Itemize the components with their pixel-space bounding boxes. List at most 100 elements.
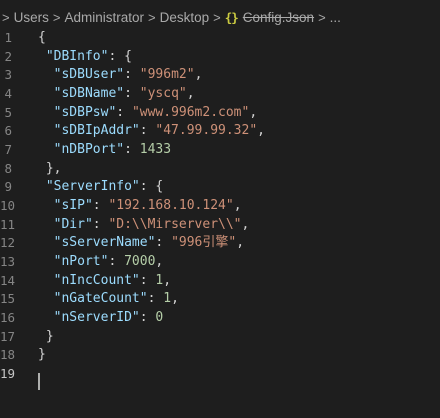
json-punctuation: , [163,272,172,288]
json-punctuation [38,86,54,101]
chevron-right-icon: > [52,9,61,25]
code-text: "nServerID": 0 [38,309,164,328]
json-punctuation: , [186,85,195,101]
code-text: "sDBPsw": "www.996m2.com", [38,104,258,123]
code-line[interactable]: 3 "sDBUser": "996m2", [0,66,440,85]
json-key: "nDBPort" [53,141,125,157]
line-number: 17 [0,328,16,344]
json-key: "sServerName" [53,235,156,251]
json-string-value: "996m2" [139,67,195,83]
json-punctuation: , [241,216,250,232]
line-number: 13 [0,253,16,269]
code-text: "sServerName": "996引擎", [38,234,244,253]
json-punctuation: : [124,67,140,83]
line-number: 7 [4,141,12,157]
json-punctuation: } [38,347,46,363]
json-punctuation [38,49,46,64]
json-punctuation [38,217,54,232]
line-number: 11 [0,216,16,232]
code-text: { [38,29,46,48]
code-text: "nPort": 7000, [38,253,164,272]
breadcrumb-item-users[interactable]: Users [14,10,49,25]
chevron-right-icon: > [2,9,10,25]
code-line[interactable]: 2 "DBInfo": { [0,48,440,67]
code-text: } [38,328,54,347]
line-number: 19 [0,365,16,381]
line-number: 10 [0,197,16,213]
code-line[interactable]: 7 "nDBPort": 1433 [0,141,440,160]
code-line[interactable]: 15 "nGateCount": 1, [0,290,440,309]
json-punctuation [38,198,54,213]
code-text: "sIP": "192.168.10.124", [38,197,242,216]
json-punctuation [38,179,46,194]
breadcrumb-item-administrator[interactable]: Administrator [64,10,144,25]
line-number: 18 [0,347,16,363]
json-punctuation [38,235,54,250]
code-text: "sDBIpAddr": "47.99.99.32", [38,122,265,141]
code-line[interactable]: 1{ [0,29,440,48]
code-text: "nGateCount": 1, [38,290,179,309]
json-punctuation: } [38,328,54,344]
code-line[interactable]: 19 [0,365,440,384]
json-punctuation: , [236,235,245,251]
json-key: "DBInfo" [45,48,109,64]
json-key: "Dir" [53,216,93,232]
json-number-value: 7000 [124,253,156,269]
code-line[interactable]: 14 "nIncCount": 1, [0,272,440,291]
json-key: "sDBName" [53,85,125,101]
json-punctuation [38,254,54,269]
code-line[interactable]: 16 "nServerID": 0 [0,309,440,328]
json-punctuation: : [92,197,109,213]
json-key: "sDBIpAddr" [53,123,140,139]
json-punctuation: : [139,309,156,325]
line-number: 4 [4,85,12,101]
code-text: } [38,346,46,365]
json-string-value: "47.99.99.32" [155,123,258,139]
code-line[interactable]: 13 "nPort": 7000, [0,253,440,272]
line-number: 12 [0,235,16,251]
json-punctuation: : [116,104,132,120]
json-punctuation: , [171,291,179,307]
code-line[interactable]: 18} [0,346,440,365]
text-cursor [38,373,40,390]
json-key: "nPort" [53,253,109,269]
json-punctuation: : { [108,48,132,64]
json-punctuation: : { [139,179,164,195]
json-punctuation: , [257,123,265,139]
json-punctuation [38,142,54,157]
code-text: }, [38,160,62,179]
code-editor[interactable]: 1{2 "DBInfo": {3 "sDBUser": "996m2", 4 "s… [0,29,440,383]
breadcrumb-item-desktop[interactable]: Desktop [160,10,210,25]
code-line[interactable]: 9 "ServerInfo": { [0,178,440,197]
code-line[interactable]: 17 } [0,328,440,347]
code-line[interactable]: 8 }, [0,160,440,179]
code-text: "DBInfo": { [38,48,132,67]
json-string-value: "996引擎" [171,235,237,251]
code-line[interactable]: 4 "sDBName": "yscq", [0,85,440,104]
chevron-right-icon: > [213,9,221,25]
json-file-icon: {} [224,9,239,25]
line-number: 3 [4,67,12,83]
line-number: 16 [0,309,16,325]
json-punctuation: , [194,67,203,83]
code-text: "sDBUser": "996m2", [38,66,203,85]
line-number: 5 [4,104,12,120]
code-line[interactable]: 5 "sDBPsw": "www.996m2.com", [0,104,440,123]
json-punctuation: { [38,30,46,45]
line-number: 6 [4,123,12,139]
breadcrumb-file-name[interactable]: Config.Json [243,10,314,25]
json-key: "nServerID" [53,309,140,325]
json-punctuation [38,291,54,306]
json-punctuation: , [249,104,258,120]
code-line[interactable]: 6 "sDBIpAddr": "47.99.99.32", [0,122,440,141]
json-number-value: 1 [163,291,172,307]
code-line[interactable]: 10 "sIP": "192.168.10.124", [0,197,440,216]
code-text: "Dir": "D:\\Mirserver\\", [38,216,250,235]
line-number: 14 [0,272,16,288]
json-punctuation: : [139,123,156,139]
breadcrumb-ellipsis[interactable]: ... [330,10,341,25]
json-punctuation [38,123,54,138]
code-line[interactable]: 12 "sServerName": "996引擎", [0,234,440,253]
code-line[interactable]: 11 "Dir": "D:\\Mirserver\\", [0,216,440,235]
line-number: 15 [0,291,16,307]
